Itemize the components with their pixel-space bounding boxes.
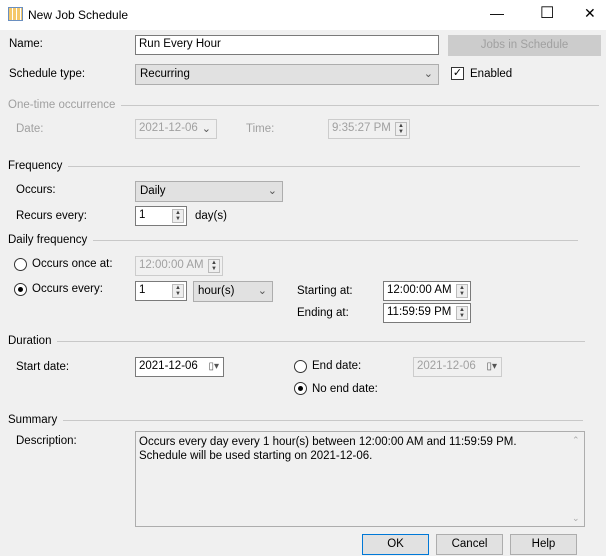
spinner-icon[interactable]: ▲ ▼ (456, 306, 468, 320)
occurs-once-label: Occurs once at: (32, 258, 113, 270)
cancel-button[interactable]: Cancel (436, 534, 503, 555)
name-label: Name: (9, 38, 43, 50)
description-label: Description: (16, 435, 77, 447)
help-button[interactable]: Help (510, 534, 577, 555)
occurs-once-time-input[interactable]: 12:00:00 AM ▲ ▼ (135, 256, 223, 276)
name-input[interactable]: Run Every Hour (135, 35, 439, 55)
one-time-date-picker[interactable]: 2021-12-06 ⌄ (135, 119, 217, 139)
occurs-select[interactable]: Daily ⌄ (135, 181, 283, 202)
end-date-radio[interactable] (294, 360, 307, 373)
maximize-button[interactable]: ☐ (540, 3, 554, 23)
spinner-icon[interactable]: ▲ ▼ (395, 122, 407, 136)
schedule-type-select[interactable]: Recurring ⌄ (135, 64, 439, 85)
schedule-type-value: Recurring (140, 68, 190, 80)
time-value: 11:59:59 PM (387, 306, 452, 318)
chevron-down-icon: ⌄ (267, 185, 277, 197)
recurs-unit: day(s) (195, 210, 227, 222)
description-text: Occurs every day every 1 hour(s) between… (139, 436, 517, 462)
occurs-label: Occurs: (16, 184, 56, 196)
one-time-occurrence-heading: One-time occurrence (8, 99, 600, 111)
section-title: One-time occurrence (8, 99, 116, 111)
recurs-every-label: Recurs every: (16, 210, 87, 222)
section-title: Frequency (8, 160, 63, 172)
date-label: Date: (16, 123, 44, 135)
calendar-icon (8, 7, 23, 21)
enabled-checkbox[interactable]: ✓ (451, 67, 464, 80)
spinner-icon[interactable]: ▲ ▼ (172, 284, 184, 298)
starting-at-input[interactable]: 12:00:00 AM ▲ ▼ (383, 281, 471, 301)
end-date-label: End date: (312, 360, 362, 372)
unit-value: hour(s) (198, 285, 235, 297)
every-value: 1 (139, 284, 146, 296)
chevron-down-icon: ⌄ (423, 68, 433, 80)
title-bar: New Job Schedule — ☐ ✕ (0, 0, 606, 30)
divider (93, 239, 579, 241)
recurs-every-spinner[interactable]: 1 ▲ ▼ (135, 206, 187, 226)
date-value: 2021-12-06 (417, 360, 476, 372)
section-title: Daily frequency (8, 234, 88, 246)
schedule-type-label: Schedule type: (9, 68, 86, 80)
window-title: New Job Schedule (28, 8, 129, 22)
time-value: 12:00:00 AM (387, 284, 452, 296)
divider (63, 419, 584, 421)
end-date-picker[interactable]: 2021-12-06 ▯▾ (413, 357, 502, 377)
scroll-down-icon[interactable]: ⌄ (572, 511, 580, 525)
daily-frequency-heading: Daily frequency (8, 234, 579, 246)
spinner-icon[interactable]: ▲ ▼ (172, 209, 184, 223)
time-label: Time: (246, 123, 275, 135)
ending-at-input[interactable]: 11:59:59 PM ▲ ▼ (383, 303, 471, 323)
scrollbar[interactable]: ⌃ ⌄ (568, 432, 584, 526)
occurs-every-label: Occurs every: (32, 283, 103, 295)
starting-at-label: Starting at: (297, 285, 353, 297)
frequency-heading: Frequency (8, 160, 581, 172)
section-title: Duration (8, 335, 52, 347)
occurs-value: Daily (140, 185, 166, 197)
time-value: 12:00:00 AM (139, 259, 204, 271)
occurs-every-spinner[interactable]: 1 ▲ ▼ (135, 281, 187, 301)
description-textarea[interactable]: Occurs every day every 1 hour(s) between… (135, 431, 585, 527)
time-value: 9:35:27 PM (332, 122, 391, 134)
recurs-value: 1 (139, 209, 146, 221)
duration-heading: Duration (8, 335, 586, 347)
section-title: Summary (8, 414, 58, 426)
spinner-icon[interactable]: ▲ ▼ (208, 259, 220, 273)
divider (121, 104, 600, 106)
divider (57, 340, 586, 342)
scroll-up-icon[interactable]: ⌃ (572, 433, 580, 447)
start-date-label: Start date: (16, 361, 70, 373)
date-value: 2021-12-06 (139, 122, 198, 134)
ok-button[interactable]: OK (362, 534, 429, 555)
close-button[interactable]: ✕ (584, 5, 596, 22)
chevron-down-icon: ⌄ (201, 123, 211, 135)
date-value: 2021-12-06 (139, 360, 198, 372)
chevron-down-icon: ⌄ (257, 285, 267, 297)
occurs-every-unit-select[interactable]: hour(s) ⌄ (193, 281, 273, 302)
ending-at-label: Ending at: (297, 307, 349, 319)
spinner-icon[interactable]: ▲ ▼ (456, 284, 468, 298)
enabled-label: Enabled (470, 68, 513, 80)
divider (68, 165, 581, 167)
no-end-date-label: No end date: (312, 383, 378, 395)
calendar-dropdown-icon[interactable]: ▯▾ (208, 361, 219, 372)
start-date-picker[interactable]: 2021-12-06 ▯▾ (135, 357, 224, 377)
occurs-once-radio[interactable] (14, 258, 27, 271)
summary-heading: Summary (8, 414, 584, 426)
jobs-in-schedule-button[interactable]: Jobs in Schedule (448, 35, 601, 56)
calendar-dropdown-icon[interactable]: ▯▾ (486, 361, 497, 372)
minimize-button[interactable]: — (490, 5, 504, 21)
occurs-every-radio[interactable] (14, 283, 27, 296)
one-time-time-input[interactable]: 9:35:27 PM ▲ ▼ (328, 119, 410, 139)
no-end-date-radio[interactable] (294, 382, 307, 395)
